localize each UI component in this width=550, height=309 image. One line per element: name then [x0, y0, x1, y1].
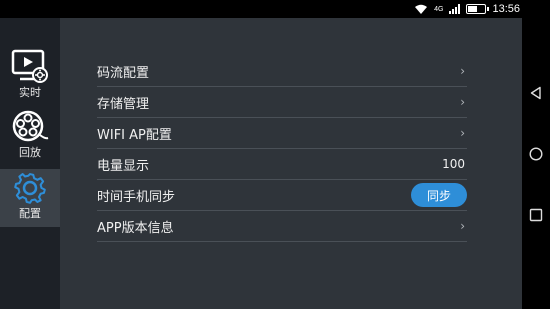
status-time: 13:56 [492, 3, 520, 15]
gear-icon [14, 173, 46, 204]
monitor-play-icon [11, 49, 48, 83]
nav-label-config: 配置 [19, 207, 41, 220]
chevron-right-icon: › [460, 95, 465, 109]
battery-icon [466, 4, 490, 14]
setting-row-app-version[interactable]: APP版本信息 › [97, 211, 467, 242]
nav-label-playback: 回放 [19, 146, 41, 159]
nav-item-live[interactable]: 实时 [0, 48, 60, 106]
settings-panel: 码流配置 › 存储管理 › WIFI AP配置 › 电量显示 100 时间手机同… [60, 18, 522, 309]
setting-label: 存储管理 [97, 96, 150, 112]
setting-label: APP版本信息 [97, 220, 174, 236]
side-nav: 实时 回放 配置 [0, 18, 60, 309]
nav-item-playback[interactable]: 回放 [0, 108, 60, 166]
recents-square-icon[interactable] [529, 208, 543, 222]
back-triangle-icon[interactable] [529, 86, 543, 100]
setting-row-battery: 电量显示 100 [97, 149, 467, 180]
setting-row-stream-config[interactable]: 码流配置 › [97, 56, 467, 87]
setting-label: 码流配置 [97, 65, 150, 81]
chevron-right-icon: › [460, 126, 465, 140]
chevron-right-icon: › [460, 64, 465, 78]
status-bar: 4G 13:56 [0, 0, 550, 18]
setting-row-time-sync: 时间手机同步 同步 [97, 180, 467, 211]
app-window: 实时 回放 配置 码流配置 › 存储管理 › WIFI AP配置 › 电量显示 … [0, 18, 522, 309]
setting-label: WIFI AP配置 [97, 127, 172, 143]
setting-label: 电量显示 [97, 158, 150, 174]
nav-label-live: 实时 [19, 86, 41, 99]
network-type-label: 4G [434, 5, 444, 13]
system-nav-bar [522, 18, 550, 309]
wifi-icon [415, 4, 428, 14]
setting-row-wifi-ap[interactable]: WIFI AP配置 › [97, 118, 467, 149]
cell-signal-icon [449, 4, 461, 14]
chevron-right-icon: › [460, 219, 465, 233]
status-icons: 4G 13:56 [414, 1, 520, 17]
film-reel-icon [12, 110, 49, 142]
nav-item-config[interactable]: 配置 [0, 169, 60, 227]
sync-button[interactable]: 同步 [411, 183, 467, 207]
battery-value: 100 [442, 157, 465, 171]
setting-row-storage[interactable]: 存储管理 › [97, 87, 467, 118]
setting-label: 时间手机同步 [97, 189, 176, 205]
home-circle-icon[interactable] [529, 147, 543, 161]
